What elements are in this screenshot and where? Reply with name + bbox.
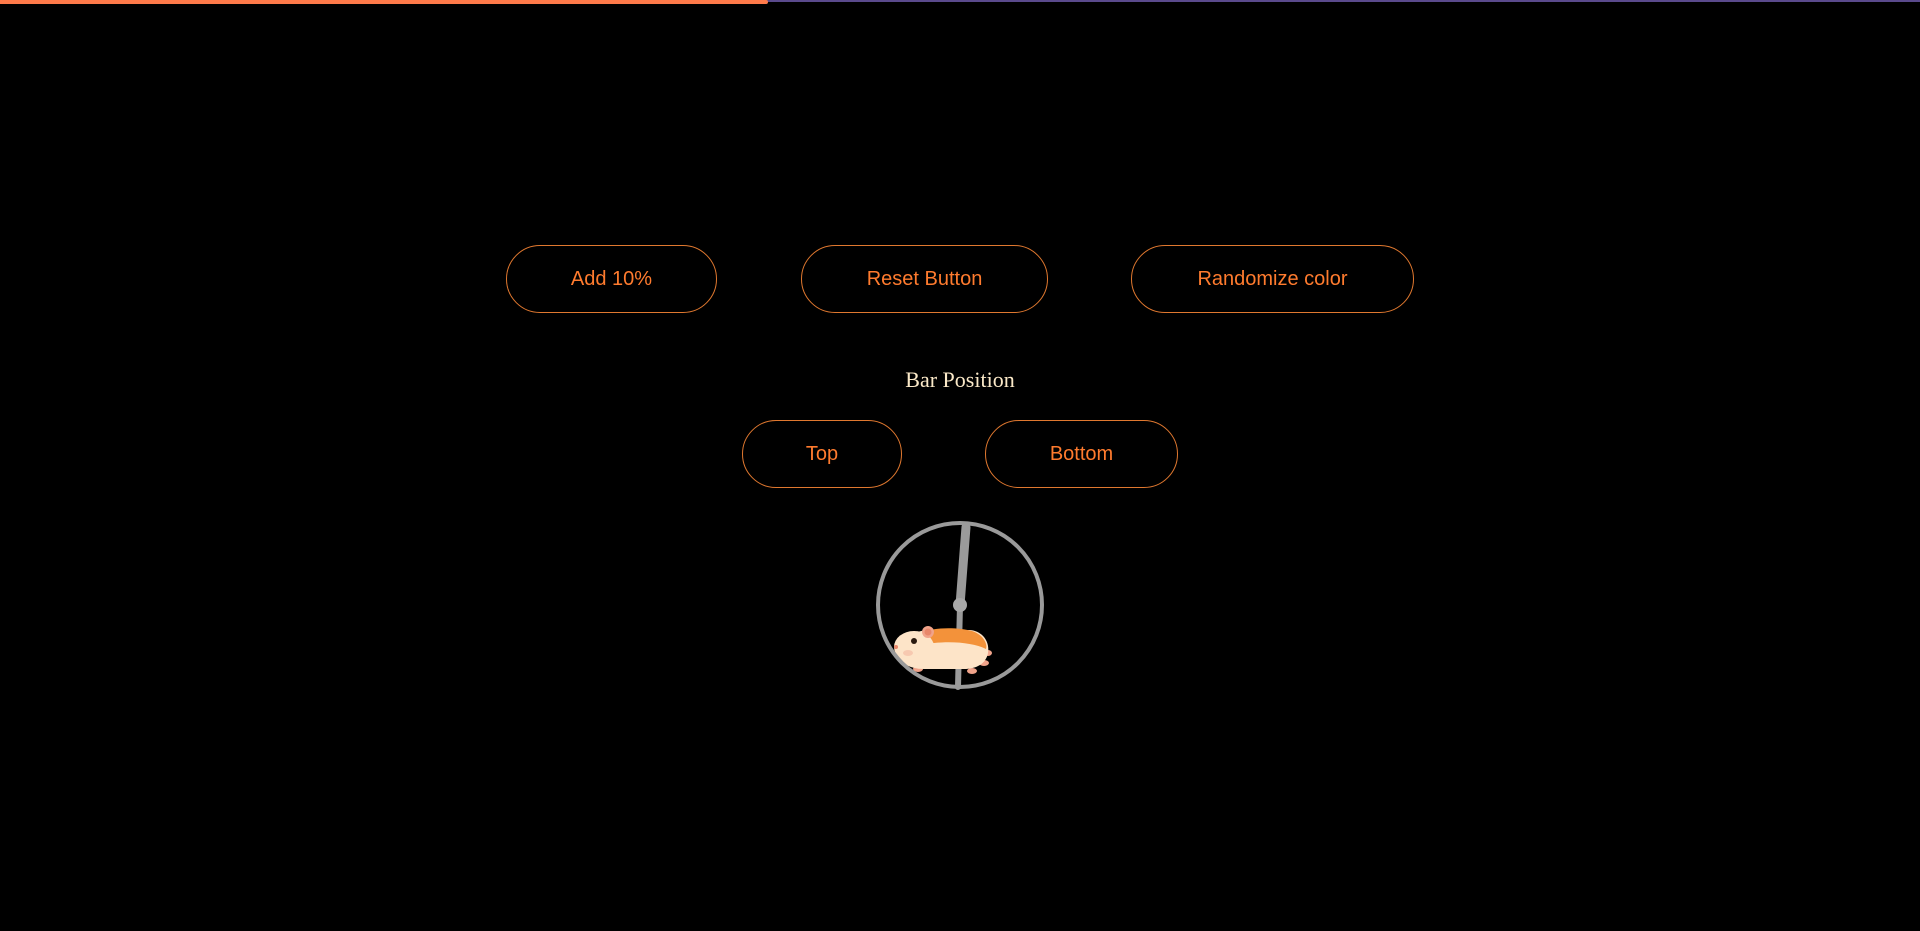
bar-position-heading: Bar Position xyxy=(905,367,1015,392)
bar-position-bottom-button[interactable]: Bottom xyxy=(985,420,1178,488)
progress-fill xyxy=(0,0,768,4)
add-10-percent-button[interactable]: Add 10% xyxy=(506,245,717,313)
progress-track xyxy=(0,0,1920,4)
hamster-wheel-icon xyxy=(874,519,1046,691)
reset-button[interactable]: Reset Button xyxy=(801,245,1048,313)
bar-position-top-button[interactable]: Top xyxy=(742,420,902,488)
randomize-color-button[interactable]: Randomize color xyxy=(1131,245,1414,313)
